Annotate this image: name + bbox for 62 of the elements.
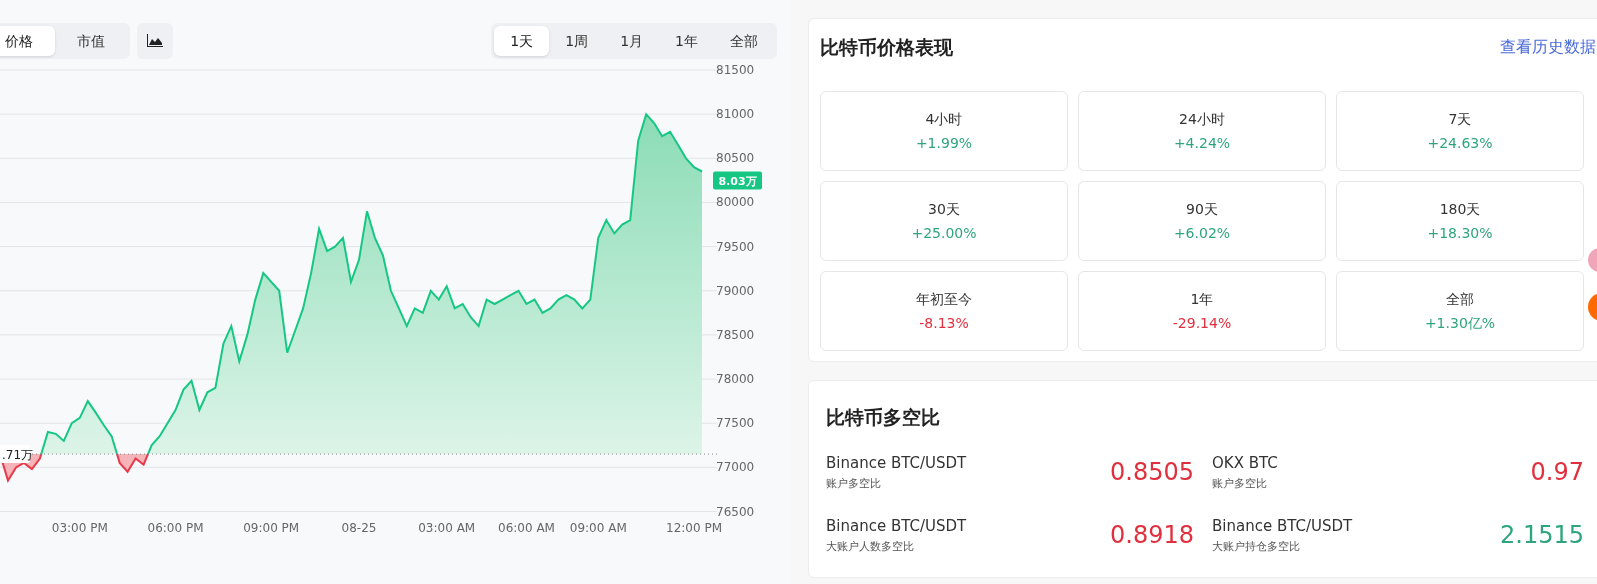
x-axis-label: 06:00 AM — [498, 521, 555, 535]
ratio-type: 大账户人数多空比 — [826, 539, 915, 555]
period-label: 1年 — [1190, 289, 1214, 309]
x-axis-label: 08-25 — [341, 521, 377, 535]
period-label: 24小时 — [1179, 109, 1225, 129]
y-axis-label: 79500 — [716, 239, 755, 254]
exchange-name: OKX BTC — [1212, 452, 1278, 474]
period-label: 年初至今 — [916, 289, 972, 309]
period-label: 90天 — [1186, 199, 1218, 219]
ratio-type: 账户多空比 — [826, 476, 882, 492]
area-chart-icon — [146, 34, 164, 48]
period-change: -29.14% — [1172, 313, 1232, 333]
period-change: +4.24% — [1173, 133, 1231, 153]
period-label: 30天 — [928, 199, 960, 219]
ratio-type: 账户多空比 — [1212, 476, 1268, 492]
period-label: 全部 — [1446, 289, 1474, 309]
tab[interactable]: 1天 — [494, 26, 550, 56]
card-title: 比特币多空比 — [826, 405, 941, 430]
area-chart-button[interactable] — [137, 23, 173, 59]
ratio-value: 0.8918 — [1110, 520, 1194, 551]
tab[interactable]: 1周 — [549, 26, 605, 56]
tab[interactable]: 价格 — [0, 26, 55, 56]
y-axis-label: 76500 — [716, 504, 755, 519]
period-label: 180天 — [1439, 199, 1481, 219]
ratio-value: 0.97 — [1530, 457, 1584, 488]
ratio-value: 0.8505 — [1110, 457, 1194, 488]
card-title: 比特币价格表现 — [820, 34, 953, 60]
ratio-value: 2.1515 — [1500, 520, 1584, 551]
period-change: +6.02% — [1173, 223, 1231, 243]
y-axis-label: 80000 — [716, 195, 755, 210]
exchange-name: Binance BTC/USDT — [826, 452, 967, 474]
tab[interactable]: 全部 — [714, 26, 774, 56]
tab[interactable]: 1年 — [659, 26, 714, 56]
x-axis-label: 09:00 PM — [243, 521, 300, 535]
period-change: +1.30亿% — [1424, 313, 1496, 333]
y-axis-label: 81000 — [716, 107, 755, 122]
x-axis-label: 03:00 PM — [51, 521, 108, 535]
period-change: -8.13% — [919, 313, 969, 333]
period-change: +18.30% — [1427, 223, 1493, 243]
x-axis-label: 06:00 PM — [147, 521, 204, 535]
y-axis-label: 79000 — [716, 283, 755, 298]
history-link[interactable]: 查看历史数据 — [1500, 35, 1596, 59]
y-axis-label: 78000 — [716, 372, 755, 387]
x-axis-label: 12:00 PM — [666, 521, 722, 535]
period-change: +25.00% — [911, 223, 977, 243]
last-price-tag: 8.03万 — [713, 171, 762, 190]
y-axis-label: 77500 — [716, 416, 755, 431]
period-label: 7天 — [1448, 109, 1472, 129]
exchange-name: Binance BTC/USDT — [1212, 515, 1353, 537]
tab[interactable]: 市值 — [55, 26, 127, 56]
y-axis-label: 78500 — [716, 327, 755, 342]
tab[interactable]: 1月 — [604, 26, 660, 56]
exchange-name: Binance BTC/USDT — [826, 515, 967, 537]
period-label: 4小时 — [925, 109, 963, 129]
x-axis-label: 03:00 AM — [418, 521, 476, 535]
period-change: +24.63% — [1427, 133, 1493, 153]
period-change: +1.99% — [915, 133, 973, 153]
y-axis-label: 81500 — [716, 63, 755, 77]
y-axis-label: 77000 — [716, 460, 755, 475]
x-axis-label: 09:00 AM — [569, 521, 627, 535]
y-axis-label: 80500 — [716, 151, 755, 166]
ratio-type: 大账户持仓多空比 — [1212, 539, 1301, 555]
